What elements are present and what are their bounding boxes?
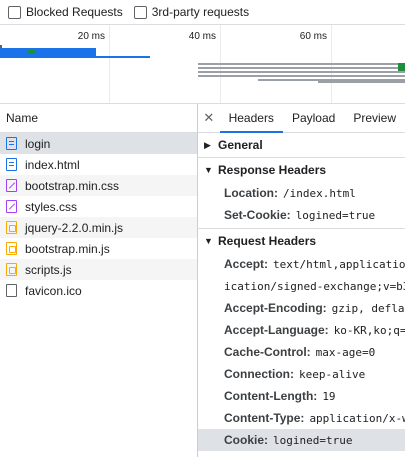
request-row-scripts-js[interactable]: scripts.js bbox=[0, 259, 197, 280]
header-row-accept-language: Accept-Language: ko-KR,ko;q=0.9 bbox=[198, 319, 405, 341]
header-row-content-type: Content-Type: application/x-www-form-url… bbox=[198, 407, 405, 429]
tab-headers[interactable]: Headers bbox=[219, 104, 284, 133]
header-value: ication/signed-exchange;v=b3 bbox=[224, 279, 405, 293]
header-value: gzip, deflate bbox=[331, 301, 405, 315]
header-value: logined=true bbox=[295, 208, 376, 222]
request-list: Name login index.html bootstrap.min.css … bbox=[0, 104, 198, 457]
request-bar bbox=[318, 81, 405, 83]
checkbox-box[interactable] bbox=[133, 5, 147, 19]
section-title: General bbox=[218, 138, 263, 152]
request-row-styles-css[interactable]: styles.css bbox=[0, 196, 197, 217]
request-detail-pane: ✕ Headers Payload Preview ▶ General ▼ Re… bbox=[198, 104, 405, 457]
header-row-set-cookie: Set-Cookie: logined=true bbox=[198, 204, 405, 226]
image-icon bbox=[6, 284, 17, 297]
document-icon bbox=[6, 137, 17, 150]
name-header-label: Name bbox=[6, 111, 39, 125]
header-row-content-length: Content-Length: 19 bbox=[198, 385, 405, 407]
header-name: Set-Cookie: bbox=[224, 208, 291, 222]
header-name: Accept-Encoding: bbox=[224, 301, 327, 315]
header-value: text/html,application/xhtml+xml bbox=[273, 257, 405, 271]
general-section-header[interactable]: ▶ General bbox=[198, 133, 405, 157]
collapse-triangle-icon: ▼ bbox=[204, 236, 213, 246]
header-name: Connection: bbox=[224, 367, 294, 381]
close-icon[interactable]: ✕ bbox=[198, 104, 220, 132]
third-party-label: 3rd-party requests bbox=[151, 5, 250, 19]
checkbox-box[interactable] bbox=[8, 5, 21, 19]
request-bar bbox=[0, 48, 96, 56]
section-title: Response Headers bbox=[218, 163, 327, 177]
header-row-location: Location: /index.html bbox=[198, 182, 405, 204]
request-bar bbox=[198, 63, 405, 65]
blocked-requests-label: Blocked Requests bbox=[26, 5, 123, 19]
script-icon bbox=[6, 242, 17, 255]
header-name: Accept: bbox=[224, 257, 269, 271]
request-bar bbox=[398, 63, 405, 71]
header-name: Content-Type: bbox=[224, 411, 305, 425]
header-row-accept-continued: ication/signed-exchange;v=b3 bbox=[198, 275, 405, 297]
request-row-favicon[interactable]: favicon.ico bbox=[0, 280, 197, 301]
response-headers-section-header[interactable]: ▼ Response Headers bbox=[198, 158, 405, 182]
tab-payload[interactable]: Payload bbox=[283, 104, 344, 132]
header-value: max-age=0 bbox=[315, 345, 376, 359]
tick-label-20ms: 20 ms bbox=[77, 31, 105, 42]
header-value: 19 bbox=[322, 389, 336, 403]
tab-preview[interactable]: Preview bbox=[344, 104, 405, 132]
request-name: bootstrap.min.css bbox=[25, 178, 120, 193]
request-name: index.html bbox=[25, 157, 80, 172]
header-name: Location: bbox=[224, 186, 278, 200]
request-bar bbox=[198, 67, 405, 69]
request-bar bbox=[198, 71, 405, 73]
filter-bar: Blocked Requests 3rd-party requests bbox=[0, 0, 405, 24]
header-name: Cache-Control: bbox=[224, 345, 311, 359]
request-bar bbox=[0, 56, 150, 58]
timeline-gridline bbox=[109, 25, 110, 103]
request-bar bbox=[28, 50, 36, 53]
tick-label-40ms: 40 ms bbox=[188, 31, 216, 42]
header-row-cookie: Cookie: logined=true bbox=[198, 429, 405, 451]
third-party-checkbox[interactable]: 3rd-party requests bbox=[133, 5, 250, 19]
stylesheet-icon bbox=[6, 179, 17, 192]
request-bar bbox=[198, 75, 405, 77]
header-row-cache-control: Cache-Control: max-age=0 bbox=[198, 341, 405, 363]
request-name: favicon.ico bbox=[25, 283, 82, 298]
script-icon bbox=[6, 221, 17, 234]
detail-tabbar: ✕ Headers Payload Preview bbox=[198, 104, 405, 133]
request-name: jquery-2.2.0.min.js bbox=[25, 220, 124, 235]
stylesheet-icon bbox=[6, 200, 17, 213]
script-icon bbox=[6, 263, 17, 276]
request-row-login[interactable]: login bbox=[0, 133, 197, 154]
request-headers-section-header[interactable]: ▼ Request Headers bbox=[198, 229, 405, 253]
request-row-jquery-js[interactable]: jquery-2.2.0.min.js bbox=[0, 217, 197, 238]
request-name: scripts.js bbox=[25, 262, 72, 277]
header-row-connection: Connection: keep-alive bbox=[198, 363, 405, 385]
name-column-header[interactable]: Name bbox=[0, 104, 197, 133]
header-row-accept-encoding: Accept-Encoding: gzip, deflate bbox=[198, 297, 405, 319]
request-name: login bbox=[25, 136, 51, 151]
request-row-bootstrap-css[interactable]: bootstrap.min.css bbox=[0, 175, 197, 196]
expand-triangle-icon: ▶ bbox=[204, 139, 211, 150]
header-value: application/x-www-form-urlencoded bbox=[309, 411, 405, 425]
header-name: Cookie: bbox=[224, 433, 269, 447]
header-value: logined=true bbox=[273, 433, 353, 447]
header-value: /index.html bbox=[283, 186, 356, 200]
section-title: Request Headers bbox=[218, 234, 317, 248]
header-name: Accept-Language: bbox=[224, 323, 329, 337]
request-name: styles.css bbox=[25, 199, 78, 214]
request-row-index-html[interactable]: index.html bbox=[0, 154, 197, 175]
request-row-bootstrap-js[interactable]: bootstrap.min.js bbox=[0, 238, 197, 259]
header-value: ko-KR,ko;q=0.9 bbox=[333, 323, 405, 337]
request-name: bootstrap.min.js bbox=[25, 241, 110, 256]
header-row-accept: Accept: text/html,application/xhtml+xml bbox=[198, 253, 405, 275]
header-name: Content-Length: bbox=[224, 389, 318, 403]
tick-label-60ms: 60 ms bbox=[299, 31, 327, 42]
header-value: keep-alive bbox=[299, 367, 366, 381]
blocked-requests-checkbox[interactable]: Blocked Requests bbox=[8, 5, 123, 19]
collapse-triangle-icon: ▼ bbox=[204, 165, 213, 175]
timeline-overview[interactable]: 20 ms 40 ms 60 ms bbox=[0, 24, 405, 104]
document-icon bbox=[6, 158, 17, 171]
